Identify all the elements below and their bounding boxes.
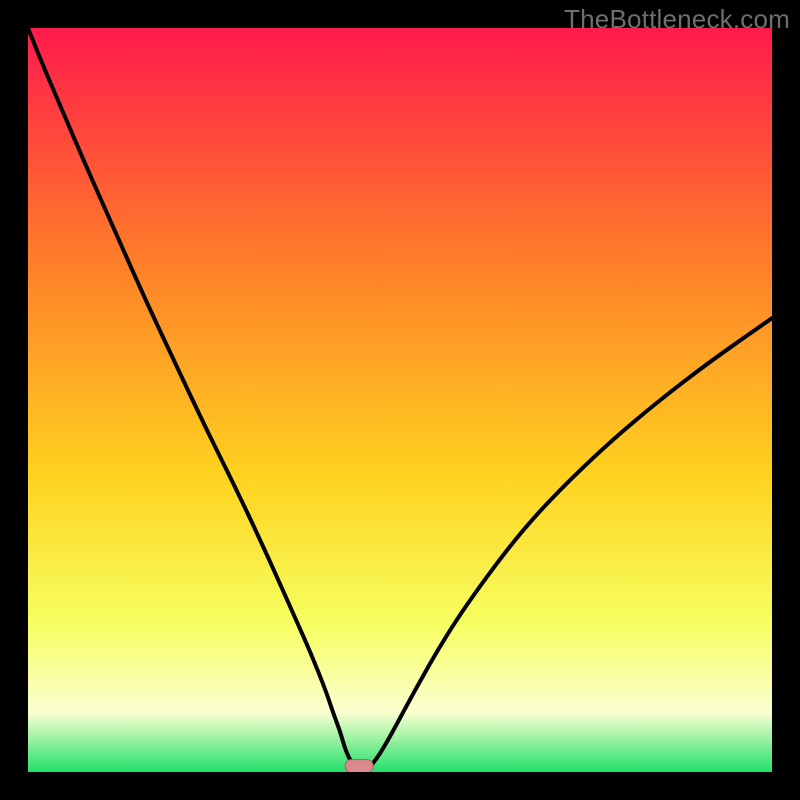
chart-frame: TheBottleneck.com <box>0 0 800 800</box>
bottleneck-chart <box>28 28 772 772</box>
watermark-text: TheBottleneck.com <box>564 4 790 35</box>
plot-area <box>28 28 772 772</box>
minimum-marker <box>345 760 373 772</box>
